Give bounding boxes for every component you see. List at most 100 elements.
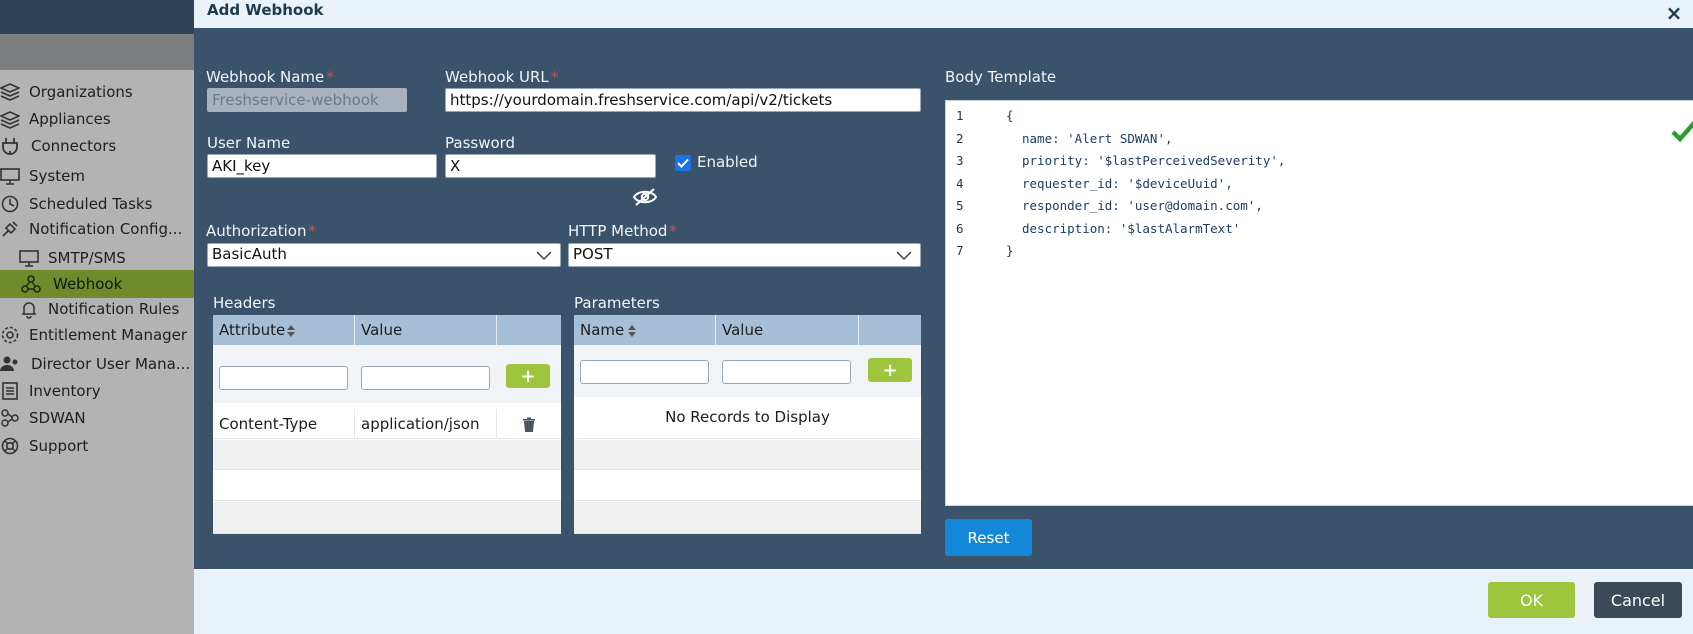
sidebar: Organizations Appliances Connectors Syst…	[0, 70, 194, 634]
checkmark-icon	[677, 158, 689, 168]
sidebar-item-connectors[interactable]: Connectors	[0, 132, 194, 160]
column-header-attribute[interactable]: Attribute	[213, 315, 355, 345]
dialog-titlebar: Add Webhook ×	[194, 0, 1693, 28]
table-row	[574, 502, 921, 534]
authorization-value: BasicAuth	[212, 245, 287, 263]
sidebar-item-notification-rules[interactable]: Notification Rules	[0, 295, 194, 323]
new-attribute-input[interactable]	[219, 366, 348, 390]
webhook-name-label: Webhook Name *	[206, 68, 334, 86]
sidebar-item-support[interactable]: Support	[0, 432, 194, 460]
sidebar-item-label: Support	[29, 437, 89, 455]
sidebar-item-system[interactable]: System	[0, 162, 194, 190]
sidebar-item-entitlement-manager[interactable]: Entitlement Manager	[0, 321, 194, 349]
chevron-down-icon	[896, 248, 912, 262]
sidebar-item-organizations[interactable]: Organizations	[0, 78, 194, 106]
body-template-editor[interactable]: 1{ 2 name: 'Alert SDWAN', 3 priority: '$la…	[945, 100, 1693, 506]
table-row: Content-Type application/json	[213, 409, 561, 439]
appliances-icon	[0, 109, 20, 129]
director-user-icon	[0, 354, 20, 374]
add-header-button[interactable]: +	[506, 364, 550, 388]
authorization-label: Authorization *	[206, 222, 316, 240]
code-line: 3 priority: '$lastPerceivedSeverity',	[956, 153, 1286, 168]
add-webhook-dialog: Add Webhook × Webhook Name * Freshservice…	[194, 0, 1693, 634]
close-button[interactable]: ×	[1663, 1, 1685, 25]
add-parameter-button[interactable]: +	[868, 358, 912, 382]
http-method-value: POST	[573, 245, 613, 263]
dialog-title: Add Webhook	[207, 1, 324, 19]
ok-button[interactable]: OK	[1488, 582, 1575, 618]
username-input[interactable]: AKI_key	[207, 154, 437, 178]
webhook-icon	[21, 274, 41, 294]
sidebar-item-label: Organizations	[29, 83, 133, 101]
parameters-new-row: +	[574, 345, 921, 397]
parameters-grid: Name Value + No Records to Display	[574, 315, 921, 534]
column-header-name[interactable]: Name	[574, 315, 716, 345]
code-line: 1{	[956, 108, 1014, 123]
dialog-footer	[194, 569, 1693, 634]
new-parameter-value-input[interactable]	[722, 360, 851, 384]
body-template-label: Body Template	[945, 68, 1057, 86]
sidebar-item-notification-config[interactable]: Notification Config...	[0, 215, 194, 243]
sidebar-item-webhook[interactable]: Webhook	[0, 270, 194, 298]
sort-icon	[627, 324, 637, 338]
http-method-select[interactable]: POST	[568, 243, 921, 267]
smtp-sms-icon	[19, 248, 39, 268]
header-actions-cell	[497, 409, 561, 439]
header-attribute-cell: Content-Type	[213, 409, 355, 439]
authorization-select[interactable]: BasicAuth	[207, 243, 561, 267]
scheduled-tasks-icon	[0, 194, 20, 214]
sidebar-item-label: Inventory	[29, 382, 101, 400]
sidebar-item-label: Notification Rules	[48, 300, 180, 318]
sidebar-item-label: SDWAN	[29, 409, 86, 427]
new-header-value-input[interactable]	[361, 366, 490, 390]
headers-grid-header: Attribute Value	[213, 315, 561, 345]
sidebar-item-label: Appliances	[29, 110, 111, 128]
sidebar-item-scheduled-tasks[interactable]: Scheduled Tasks	[0, 190, 194, 218]
column-header-value[interactable]: Value	[716, 315, 859, 345]
no-records-message: No Records to Display	[665, 408, 830, 426]
table-row	[574, 440, 921, 470]
delete-trash-icon[interactable]	[522, 417, 536, 433]
cancel-button[interactable]: Cancel	[1594, 582, 1682, 618]
sidebar-item-smtp-sms[interactable]: SMTP/SMS	[0, 244, 194, 272]
headers-title: Headers	[213, 294, 276, 312]
sidebar-item-label: Entitlement Manager	[29, 326, 188, 344]
password-label: Password	[445, 134, 516, 152]
plus-icon: +	[520, 365, 536, 387]
code-line: 7}	[956, 243, 1014, 258]
connectors-icon	[0, 136, 20, 156]
show-password-eye-icon[interactable]	[632, 186, 658, 208]
webhook-url-label: Webhook URL *	[445, 68, 559, 86]
headers-new-row: +	[213, 345, 561, 403]
sdwan-icon	[0, 408, 20, 428]
sidebar-item-label: System	[29, 167, 85, 185]
sidebar-item-appliances[interactable]: Appliances	[0, 105, 194, 133]
enabled-checkbox[interactable]	[675, 155, 691, 171]
sort-icon	[286, 324, 296, 338]
header-value-cell: application/json	[355, 409, 497, 439]
plus-icon: +	[882, 359, 898, 381]
webhook-url-input[interactable]: https://yourdomain.freshservice.com/api/…	[445, 88, 921, 112]
sidebar-item-inventory[interactable]: Inventory	[0, 377, 194, 405]
column-header-value[interactable]: Value	[355, 315, 497, 345]
sidebar-item-label: Connectors	[31, 137, 117, 155]
password-input[interactable]: X	[445, 154, 656, 178]
code-line: 5 responder_id: 'user@domain.com',	[956, 198, 1263, 213]
sidebar-item-director-user-management[interactable]: Director User Mana...	[0, 350, 194, 378]
table-row	[574, 471, 921, 501]
system-icon	[0, 166, 20, 186]
column-header-actions	[497, 315, 561, 345]
inventory-icon	[0, 381, 20, 401]
table-row	[213, 440, 561, 470]
sidebar-item-sdwan[interactable]: SDWAN	[0, 404, 194, 432]
organizations-icon	[0, 82, 20, 102]
http-method-label: HTTP Method *	[568, 222, 677, 240]
username-label: User Name	[207, 134, 291, 152]
close-icon: ×	[1665, 1, 1683, 25]
reset-button[interactable]: Reset	[945, 519, 1032, 556]
new-parameter-name-input[interactable]	[580, 360, 709, 384]
sidebar-item-label: Director User Mana...	[31, 355, 191, 373]
table-row	[213, 502, 561, 534]
parameters-title: Parameters	[574, 294, 660, 312]
webhook-name-input[interactable]: Freshservice-webhook	[207, 88, 407, 112]
